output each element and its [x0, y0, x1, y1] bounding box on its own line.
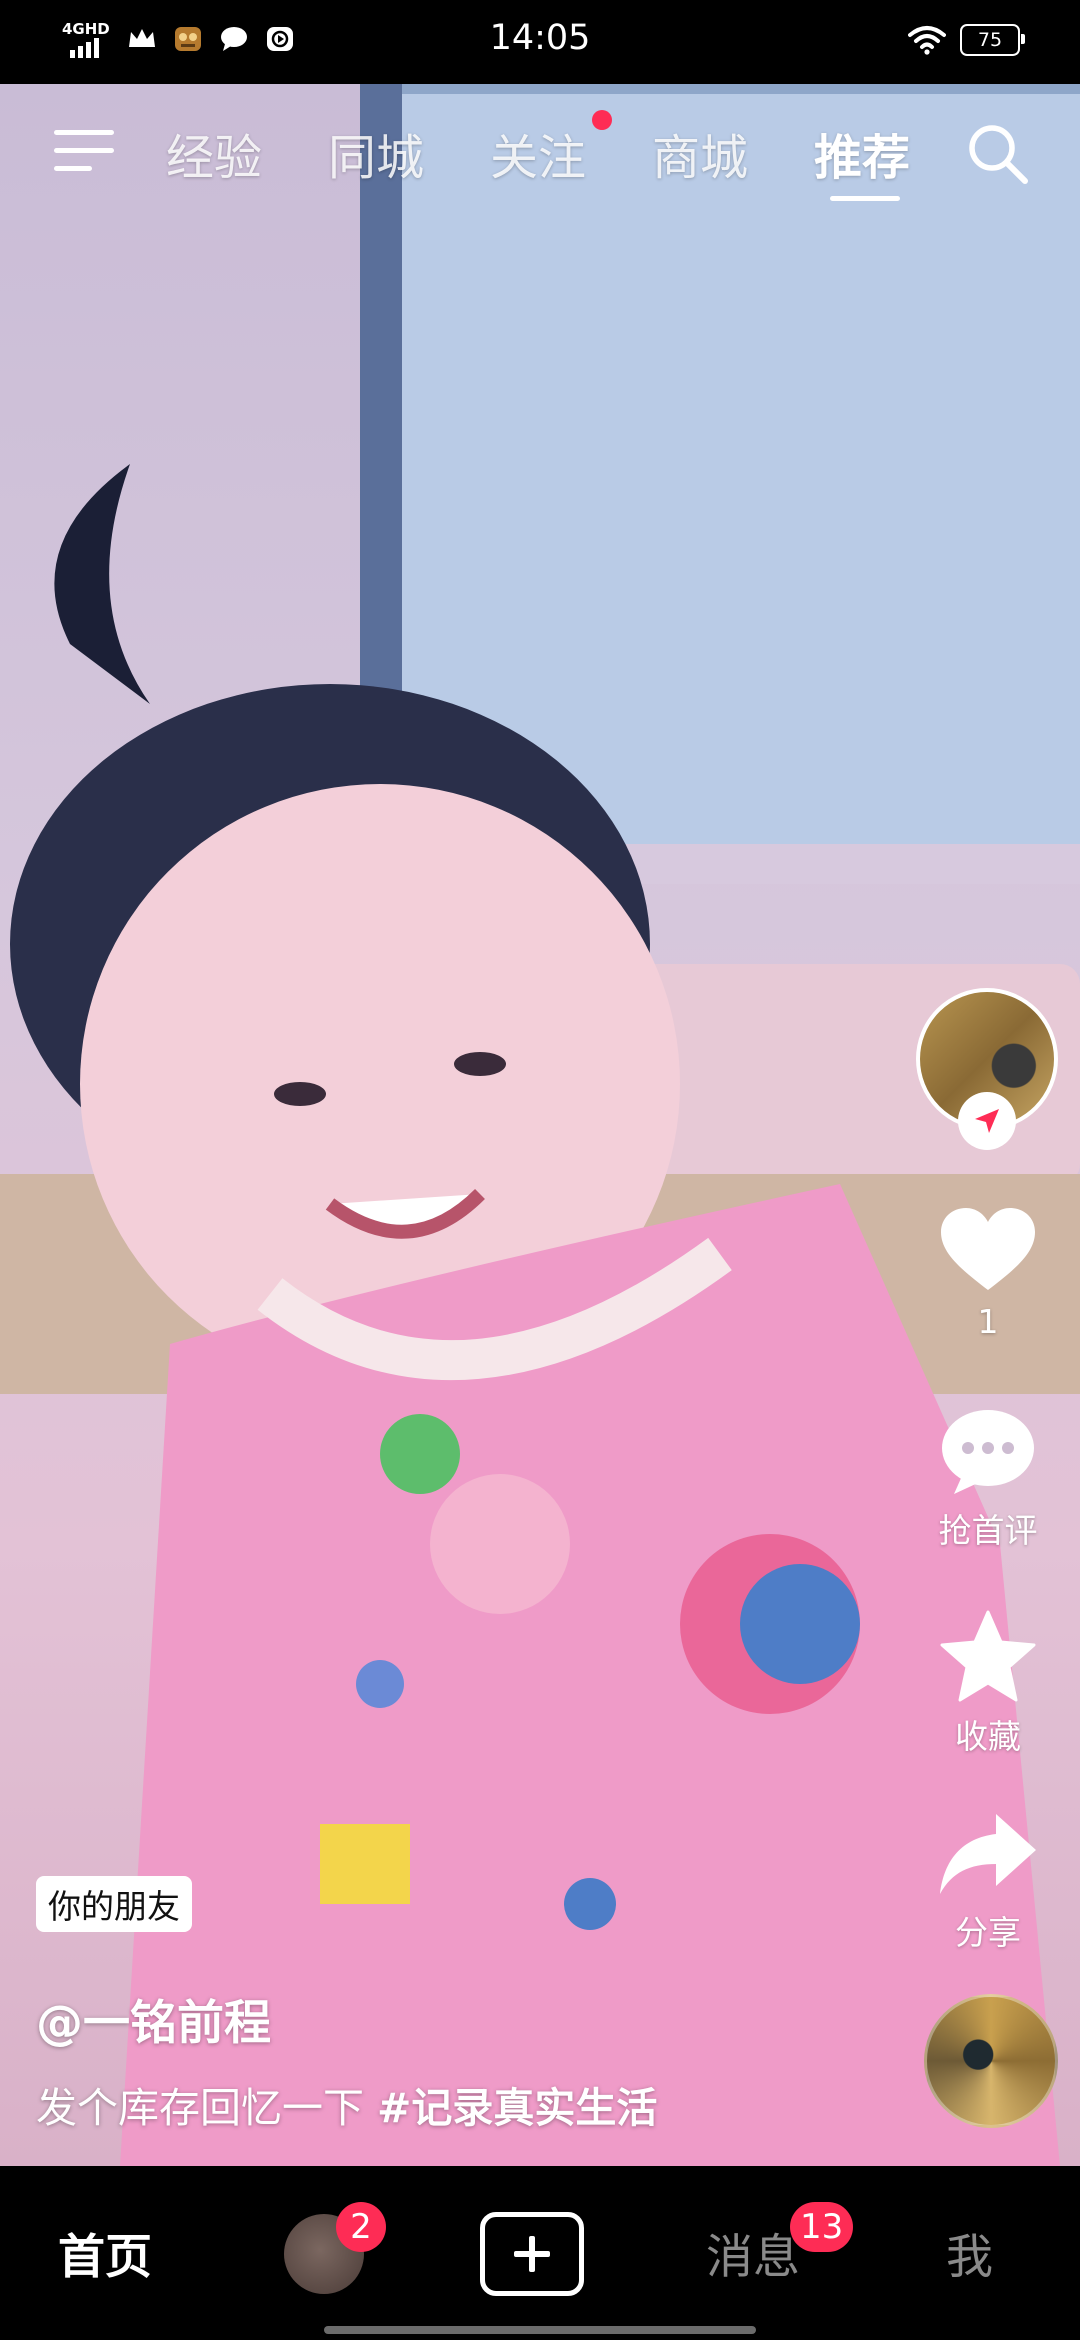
tab-same-city[interactable]: 同城 [328, 118, 424, 188]
video-caption: 发个库存回忆一下 #记录真实生活 [36, 2074, 657, 2134]
tab-following[interactable]: 关注 [490, 118, 586, 188]
plus-icon [514, 2236, 550, 2272]
menu-icon[interactable] [54, 126, 116, 178]
nav-me[interactable]: 我 [946, 2218, 993, 2287]
home-indicator[interactable] [324, 2326, 756, 2334]
comment-icon [942, 1410, 1034, 1494]
tab-experience[interactable]: 经验 [166, 118, 262, 188]
star-icon [940, 1610, 1036, 1702]
follow-plus-icon [975, 1109, 999, 1133]
like-button[interactable]: 1 [930, 1206, 1046, 1341]
author-name[interactable]: @一铭前程 [36, 1984, 271, 2053]
following-notification-dot [592, 110, 612, 130]
friend-badge: 你的朋友 [36, 1876, 192, 1932]
heart-icon [941, 1208, 1035, 1290]
share-button[interactable]: 分享 [930, 1810, 1046, 1954]
messages-badge: 13 [790, 2202, 854, 2252]
share-label: 分享 [955, 1913, 1021, 1952]
share-icon [940, 1814, 1036, 1894]
active-tab-indicator [830, 196, 900, 201]
status-bar: 4GHD 14:05 75 [0, 0, 1080, 84]
caption-text: 发个库存回忆一下 [36, 2084, 378, 2132]
bottom-nav: 首页 2 消息 13 我 [0, 2166, 1080, 2340]
nav-home[interactable]: 首页 [58, 2218, 152, 2287]
battery-level: 75 [977, 29, 1003, 51]
music-disc[interactable] [924, 1994, 1058, 2128]
favorite-label: 收藏 [955, 1717, 1021, 1756]
search-icon[interactable] [964, 120, 1032, 188]
tab-recommended[interactable]: 推荐 [814, 118, 910, 188]
favorite-button[interactable]: 收藏 [930, 1610, 1046, 1758]
like-count: 1 [977, 1302, 999, 1341]
top-nav: 经验 同城 关注 商城 推荐 [0, 84, 1080, 224]
friends-badge: 2 [336, 2202, 386, 2252]
follow-button[interactable] [958, 1092, 1016, 1150]
author-avatar[interactable] [916, 988, 1058, 1150]
comment-button[interactable]: 抢首评 [930, 1406, 1046, 1552]
wifi-icon [908, 26, 946, 55]
status-right-icons: 75 [908, 24, 1025, 56]
comment-label: 抢首评 [938, 1511, 1038, 1550]
tab-mall[interactable]: 商城 [652, 118, 748, 188]
create-button[interactable] [480, 2212, 584, 2296]
battery-icon: 75 [960, 24, 1025, 56]
hashtag-link[interactable]: #记录真实生活 [377, 2084, 657, 2132]
nav-messages[interactable]: 消息 [706, 2218, 800, 2287]
